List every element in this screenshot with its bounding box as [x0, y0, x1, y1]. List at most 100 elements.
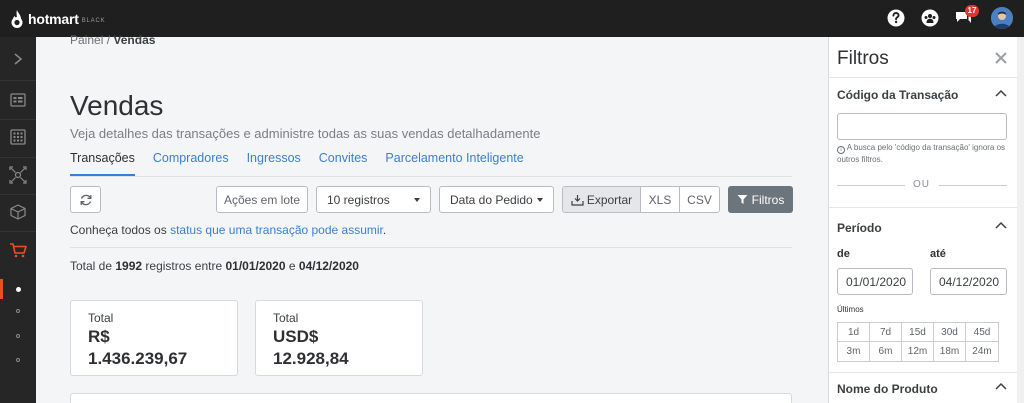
status-info-link[interactable]: status que uma transação pode assumir	[170, 223, 383, 237]
or-line-right	[939, 185, 1007, 186]
period-option[interactable]: 6m	[870, 342, 902, 361]
sidebar-expand[interactable]	[0, 41, 36, 77]
sidebar-item-network[interactable]	[0, 157, 36, 193]
refresh-button[interactable]	[70, 186, 101, 213]
panel-divider	[829, 207, 1024, 208]
filters-button[interactable]: Filtros	[728, 186, 793, 213]
user-photo-icon	[991, 7, 1013, 29]
period-shortcuts: 1d 7d 15d 30d 45d 3m 6m 12m 18m 24m	[837, 322, 999, 362]
network-icon	[9, 166, 27, 184]
chevron-right-icon	[14, 53, 23, 65]
sort-select[interactable]: Data do Pedido	[439, 186, 554, 213]
sidebar-item-products[interactable]	[0, 194, 36, 230]
card-label: Total	[88, 311, 114, 325]
transaction-code-input[interactable]	[837, 113, 1007, 140]
divider	[70, 247, 792, 248]
card-value: 12.928,84	[273, 349, 349, 368]
period-option[interactable]: 18m	[934, 342, 966, 361]
xls-button[interactable]: XLS	[640, 187, 679, 212]
filters-panel: Filtros Código da Transação i A busca pe…	[828, 37, 1024, 403]
csv-button[interactable]: CSV	[679, 187, 719, 212]
card-currency: USD$	[273, 327, 319, 346]
refresh-icon	[80, 194, 91, 205]
period-title[interactable]: Período	[837, 221, 882, 235]
card-currency: R$	[88, 327, 110, 346]
period-option[interactable]: 15d	[902, 323, 934, 342]
period-option[interactable]: 7d	[870, 323, 902, 342]
period-option[interactable]: 45d	[966, 323, 998, 342]
logo-text: hotmart	[28, 11, 79, 27]
avatar[interactable]	[991, 7, 1013, 29]
hotmart-logo[interactable]: hotmart BLACK	[9, 9, 105, 29]
page-title: Vendas	[70, 90, 164, 121]
caret-down-icon	[537, 197, 543, 202]
sidebar-item-dashboard[interactable]	[0, 82, 36, 118]
tab-buyers[interactable]: Compradores	[153, 151, 229, 176]
transaction-code-hint: i A busca pelo 'código da transação' ign…	[837, 142, 1007, 166]
sidebar-subitem[interactable]	[16, 334, 20, 338]
breadcrumb-separator: /	[106, 33, 111, 47]
logo-subtext: BLACK	[81, 17, 106, 24]
records-select-value: 10 registros	[327, 192, 390, 207]
chevron-up-icon[interactable]	[995, 89, 1007, 97]
period-option[interactable]: 24m	[966, 342, 998, 361]
status-info-prefix: Conheça todos os	[70, 223, 167, 237]
batch-actions-button[interactable]: Ações em lote	[216, 186, 308, 213]
or-line-left	[837, 185, 905, 186]
breadcrumb: Painel / Vendas	[70, 33, 155, 47]
period-option[interactable]: 3m	[838, 342, 870, 361]
panel-divider	[829, 77, 1024, 78]
transactions-table	[70, 393, 792, 403]
card-label: Total	[273, 311, 299, 325]
sidebar-subitem[interactable]	[16, 309, 20, 313]
chevron-up-icon[interactable]	[995, 221, 1007, 229]
or-label: OU	[913, 179, 930, 190]
period-option[interactable]: 30d	[934, 323, 966, 342]
summary-from-date: 01/01/2020	[225, 259, 286, 273]
to-date-input[interactable]: 04/12/2020	[930, 268, 1007, 295]
chevron-up-icon[interactable]	[995, 382, 1007, 390]
breadcrumb-parent[interactable]: Painel	[70, 33, 103, 47]
tab-tickets[interactable]: Ingressos	[247, 151, 301, 176]
main-content: Painel / Vendas Vendas Veja detalhes das…	[36, 33, 828, 403]
close-icon[interactable]	[994, 51, 1008, 65]
dashboard-icon	[10, 93, 26, 107]
summary-to-date: 04/12/2020	[298, 259, 359, 273]
export-button[interactable]: Exportar	[563, 187, 640, 212]
records-select[interactable]: 10 registros	[316, 186, 431, 213]
sidebar-item-sales[interactable]	[0, 232, 36, 268]
help-icon[interactable]	[886, 8, 906, 28]
to-label: até	[930, 248, 946, 260]
top-bar: hotmart BLACK 17	[0, 0, 1024, 37]
period-option[interactable]: 12m	[902, 342, 934, 361]
left-sidebar	[0, 37, 36, 403]
panel-title: Filtros	[837, 48, 889, 69]
records-summary: Total de 1992 registros entre 01/01/2020…	[70, 259, 359, 273]
cart-icon	[10, 243, 27, 258]
tab-smart-installments[interactable]: Parcelamento Inteligente	[385, 151, 523, 176]
period-option[interactable]: 1d	[838, 323, 870, 342]
sidebar-subitem-transactions[interactable]	[16, 287, 21, 292]
from-date-input[interactable]: 01/01/2020	[837, 268, 913, 295]
info-icon: i	[837, 146, 845, 154]
box-icon	[10, 204, 26, 220]
funnel-icon	[737, 195, 748, 204]
product-name-title[interactable]: Nome do Produto	[837, 382, 938, 396]
tab-transactions[interactable]: Transações	[70, 151, 135, 176]
summary-and: e	[288, 259, 296, 273]
panel-scrollbar[interactable]	[1017, 37, 1024, 403]
notification-badge: 17	[965, 5, 979, 17]
export-icon	[571, 194, 584, 206]
page-subtitle: Veja detalhes das transações e administr…	[70, 126, 541, 141]
tab-invites[interactable]: Convites	[319, 151, 368, 176]
transaction-code-title[interactable]: Código da Transação	[837, 88, 958, 102]
sidebar-item-apps[interactable]	[0, 119, 36, 155]
sidebar-divider	[0, 80, 36, 81]
export-label: Exportar	[586, 192, 633, 207]
community-icon[interactable]	[920, 8, 940, 28]
summary-mid: registros entre	[145, 259, 223, 273]
card-value: 1.436.239,67	[88, 349, 188, 368]
sidebar-subitem[interactable]	[16, 358, 20, 362]
flame-icon	[11, 10, 23, 28]
hint-text: A busca pelo 'código da transação' ignor…	[837, 143, 1006, 164]
